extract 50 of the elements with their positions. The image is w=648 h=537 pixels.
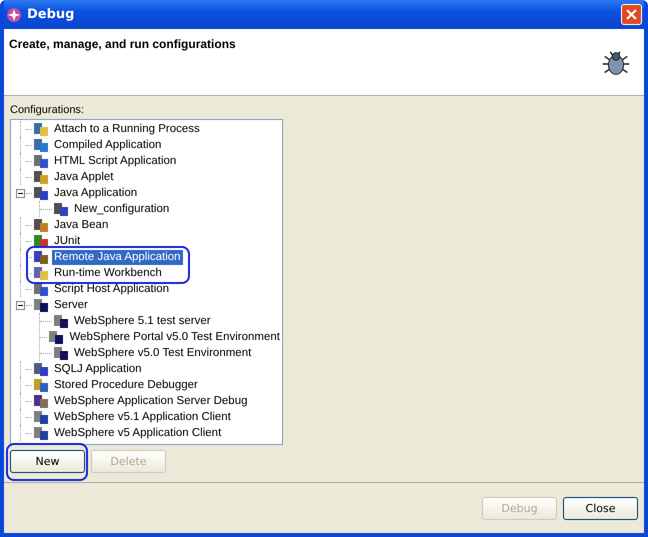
tree-item[interactable]: Java Bean: [52, 218, 110, 232]
tree-item[interactable]: WebSphere v5 Application Client: [52, 426, 224, 440]
close-button[interactable]: [621, 4, 642, 25]
configuration-type-icon: [33, 393, 49, 409]
tree-item[interactable]: New_configuration: [72, 202, 172, 216]
tree-item[interactable]: SQLJ Application: [52, 362, 144, 376]
tree-item[interactable]: Remote Java Application: [52, 250, 183, 264]
configuration-type-icon: [33, 185, 49, 201]
configuration-type-icon: [48, 329, 64, 345]
tree-item[interactable]: WebSphere v5.0 Test Environment: [72, 346, 254, 360]
window-title: Debug: [27, 7, 76, 22]
configuration-type-icon: [33, 169, 49, 185]
configuration-type-icon: [33, 137, 49, 153]
configuration-type-icon: [33, 233, 49, 249]
tree-item[interactable]: JUnit: [52, 234, 82, 248]
tree-item[interactable]: HTML Script Application: [52, 154, 178, 168]
tree-item[interactable]: WebSphere Portal v5.0 Test Environment: [67, 330, 282, 344]
tree-item[interactable]: Compiled Application: [52, 138, 164, 152]
tree-item[interactable]: Stored Procedure Debugger: [52, 378, 200, 392]
tree-item[interactable]: Java Application: [52, 186, 140, 200]
list-button[interactable]: New: [10, 450, 85, 473]
dialog-heading: Create, manage, and run configurations: [9, 37, 236, 53]
configuration-type-icon: [33, 249, 49, 265]
tree-item[interactable]: Server: [52, 298, 90, 312]
configuration-type-icon: [33, 297, 49, 313]
configuration-type-icon: [33, 409, 49, 425]
configuration-type-icon: [33, 217, 49, 233]
configuration-type-icon: [33, 361, 49, 377]
configuration-type-icon: [53, 201, 69, 217]
close-icon: [626, 9, 637, 20]
collapse-toggle[interactable]: [16, 188, 25, 198]
tree-item[interactable]: Script Host Application: [52, 282, 172, 296]
tree-item[interactable]: WebSphere 5.1 test server: [72, 314, 213, 328]
configuration-type-icon: [33, 153, 49, 169]
configuration-type-icon: [33, 425, 49, 441]
configuration-type-icon: [53, 313, 69, 329]
tree-item[interactable]: Java Applet: [52, 170, 116, 184]
configurations-label: Configurations:: [10, 104, 85, 116]
tree-item[interactable]: Run-time Workbench: [52, 266, 164, 280]
tree-item[interactable]: Attach to a Running Process: [52, 122, 202, 136]
configuration-type-icon: [33, 281, 49, 297]
collapse-toggle[interactable]: [16, 300, 25, 310]
diamond-logo-icon: [6, 6, 22, 22]
configuration-type-icon: [33, 377, 49, 393]
configuration-type-icon: [53, 345, 69, 361]
configuration-type-icon: [33, 121, 49, 137]
configuration-type-icon: [33, 265, 49, 281]
dialog-button[interactable]: Close: [563, 496, 638, 520]
tree-item[interactable]: WebSphere v5.1 Application Client: [52, 410, 233, 424]
tree-item[interactable]: WebSphere Application Server Debug: [52, 394, 250, 408]
